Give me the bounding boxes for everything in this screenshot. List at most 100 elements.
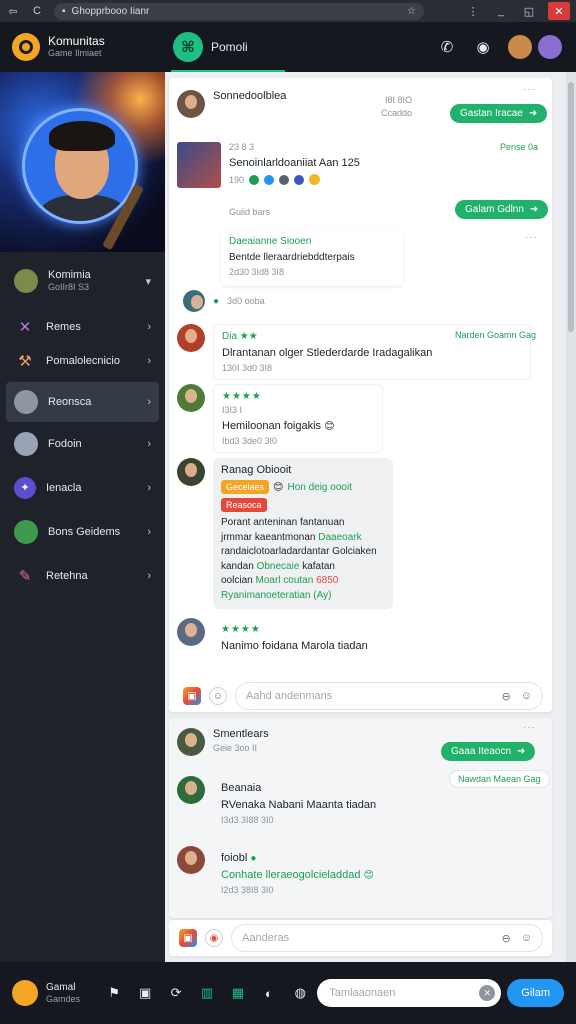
- gif-icon[interactable]: ⊖: [502, 932, 511, 945]
- reaction-icon[interactable]: [264, 174, 275, 185]
- attach-media-icon[interactable]: ▣: [179, 929, 197, 947]
- smile-icon[interactable]: ☺: [521, 932, 532, 945]
- sidebar-item-games[interactable]: ✕ Remes ›: [0, 310, 165, 344]
- message-composer: ▣ ◉ Aanderas ⊖ ☺: [179, 924, 543, 952]
- avatar[interactable]: [177, 384, 205, 412]
- address-text: Ghopprbooo Iianr: [71, 5, 150, 17]
- primary-action-button[interactable]: Gastan Iracae ➜: [450, 104, 548, 123]
- secondary-link-button[interactable]: Nawdan Maean Gag: [449, 770, 550, 788]
- search-icon[interactable]: ◍: [289, 982, 311, 1004]
- message-item: Smentlears Geie 3oo II: [177, 728, 269, 756]
- maximize-button[interactable]: ◱: [520, 5, 538, 18]
- message-meta: 190: [229, 174, 245, 185]
- chart-icon[interactable]: ▦: [227, 982, 248, 1004]
- back-icon[interactable]: ⇦: [6, 5, 20, 18]
- user-avatar-2[interactable]: [538, 35, 562, 59]
- message-author: Beanaia: [221, 782, 262, 794]
- tab-active[interactable]: ⌘ Pomoli: [165, 22, 285, 72]
- chevron-right-icon: ›: [147, 355, 151, 367]
- address-bar[interactable]: ▪ Ghopprbooo Iianr ☆: [54, 2, 424, 20]
- avatar[interactable]: [177, 728, 205, 756]
- phone-icon[interactable]: ✆: [436, 38, 458, 56]
- rating-stars: ★★★★: [221, 624, 261, 635]
- sidebar-item-settings[interactable]: ✎ Retehna ›: [0, 554, 165, 598]
- message-line: Ryanimanoeteratian (Ay): [221, 589, 332, 601]
- sidebar-item-events[interactable]: ✦ Ienacla ›: [0, 466, 165, 510]
- secondary-action-button[interactable]: Galam Gdlnn ➜: [455, 200, 549, 219]
- message-author: foiobl ●: [221, 852, 257, 864]
- attach-media-icon[interactable]: ▣: [183, 687, 201, 705]
- reaction-icon[interactable]: [249, 174, 260, 185]
- bottom-bar: Gamal Gamdes ⚑ ▣ ⟳ ▥ ▦ ◐ ◍ Tamlaaonaen ✕…: [0, 962, 576, 1024]
- avatar[interactable]: [183, 290, 205, 312]
- comment-input[interactable]: Aahd andenmans ⊖ ☺: [235, 682, 543, 710]
- message-text: RVenaka Nabani Maanta tiadan: [221, 799, 377, 811]
- arrow-right-icon: ➜: [517, 746, 526, 757]
- bottom-user[interactable]: Gamal Gamdes: [12, 980, 94, 1006]
- more-icon[interactable]: ···: [525, 232, 538, 243]
- gif-icon[interactable]: ⊖: [502, 690, 511, 703]
- comment-input[interactable]: Aanderas ⊖ ☺: [231, 924, 543, 952]
- sidebar-item-guilds[interactable]: Bons Geidems ›: [0, 510, 165, 554]
- sidebar-item-tools[interactable]: ⚒ Pomalolecnicio ›: [0, 344, 165, 378]
- avatar[interactable]: [177, 324, 205, 352]
- primary-action-button[interactable]: Gaaa Iteaocn ➜: [441, 742, 536, 761]
- refresh-icon[interactable]: C: [30, 5, 44, 17]
- chevron-right-icon: ›: [147, 526, 151, 538]
- notification-icon[interactable]: ◉: [472, 38, 494, 56]
- online-dot-icon: ●: [213, 295, 220, 307]
- theme-icon[interactable]: ◐: [258, 982, 279, 1004]
- message-line: oolcian Moarl coutan 6850: [221, 575, 339, 586]
- message-link[interactable]: Pense 0a: [500, 142, 538, 152]
- smile-icon[interactable]: ☺: [521, 690, 532, 703]
- user-avatar[interactable]: [508, 35, 532, 59]
- avatar[interactable]: [177, 846, 205, 874]
- input-placeholder: Aanderas: [242, 932, 290, 944]
- close-window-button[interactable]: ✕: [548, 2, 570, 20]
- reaction-icon[interactable]: [279, 174, 290, 185]
- sidebar-item-profile[interactable]: Komimia GoIIr8I S3 ▾: [0, 252, 165, 310]
- user-subtitle: Gamdes: [46, 993, 81, 1004]
- user-title: Gamal: [46, 981, 76, 993]
- scrollbar-thumb[interactable]: [568, 82, 574, 332]
- bookmark-star-icon[interactable]: ☆: [407, 6, 416, 17]
- search-button[interactable]: Gilam: [507, 979, 565, 1007]
- sidebar: Komimia GoIIr8I S3 ▾ ✕ Remes › ⚒ Pomalol…: [0, 72, 165, 962]
- avatar: [14, 432, 38, 456]
- reaction-icon[interactable]: [294, 174, 305, 185]
- sidebar-item-active[interactable]: Reonsca ›: [6, 382, 159, 422]
- emoji-picker-icon[interactable]: ◉: [205, 929, 223, 947]
- message-text: Bentde lleraardriebddterpais: [229, 252, 355, 263]
- gallery-icon[interactable]: ▣: [135, 982, 156, 1004]
- tag-badge: Reasoca: [221, 498, 267, 512]
- sidebar-item-friends[interactable]: Fodoin ›: [0, 422, 165, 466]
- feed-panel: ··· Sonnedoolblea I8I 8IO Ccaddo Gastan …: [169, 78, 552, 712]
- search-input[interactable]: Tamlaaonaen ✕: [317, 979, 502, 1007]
- avatar[interactable]: [177, 776, 205, 804]
- message-author: Ranag Obiooit: [221, 464, 292, 476]
- avatar: [14, 269, 38, 293]
- more-icon[interactable]: ⋮: [464, 5, 482, 18]
- emoji-icon[interactable]: [309, 174, 321, 186]
- emoji-icon: 😊: [324, 421, 335, 432]
- message-composer: ▣ ☺ Aahd andenmans ⊖ ☺: [183, 682, 543, 710]
- message-link[interactable]: Narden Goamn Gag: [455, 330, 536, 340]
- more-icon[interactable]: ···: [523, 722, 536, 733]
- message-bubble: foiobl ● Conhate lleraeogolcieladdad 😊 I…: [213, 846, 393, 901]
- calendar-icon[interactable]: ▥: [197, 982, 218, 1004]
- message-item: foiobl ● Conhate lleraeogolcieladdad 😊 I…: [177, 846, 393, 901]
- more-icon[interactable]: ···: [523, 84, 536, 95]
- game-thumbnail[interactable]: [177, 142, 221, 188]
- sync-icon[interactable]: ⟳: [166, 982, 187, 1004]
- minimize-button[interactable]: _: [492, 5, 510, 17]
- message-text: Hemiloonan foigakis 😊: [222, 420, 335, 432]
- brand[interactable]: Komunitas Game Ilmiaet: [0, 22, 165, 72]
- avatar[interactable]: [177, 618, 205, 646]
- emoji-picker-icon[interactable]: ☺: [209, 687, 227, 705]
- clear-icon[interactable]: ✕: [479, 985, 496, 1001]
- location-icon[interactable]: ⚑: [104, 982, 125, 1004]
- scrollbar[interactable]: [566, 72, 576, 962]
- message-meta: 2d30 3Id8 3I8: [229, 267, 285, 277]
- avatar[interactable]: [177, 90, 205, 118]
- avatar[interactable]: [177, 458, 205, 486]
